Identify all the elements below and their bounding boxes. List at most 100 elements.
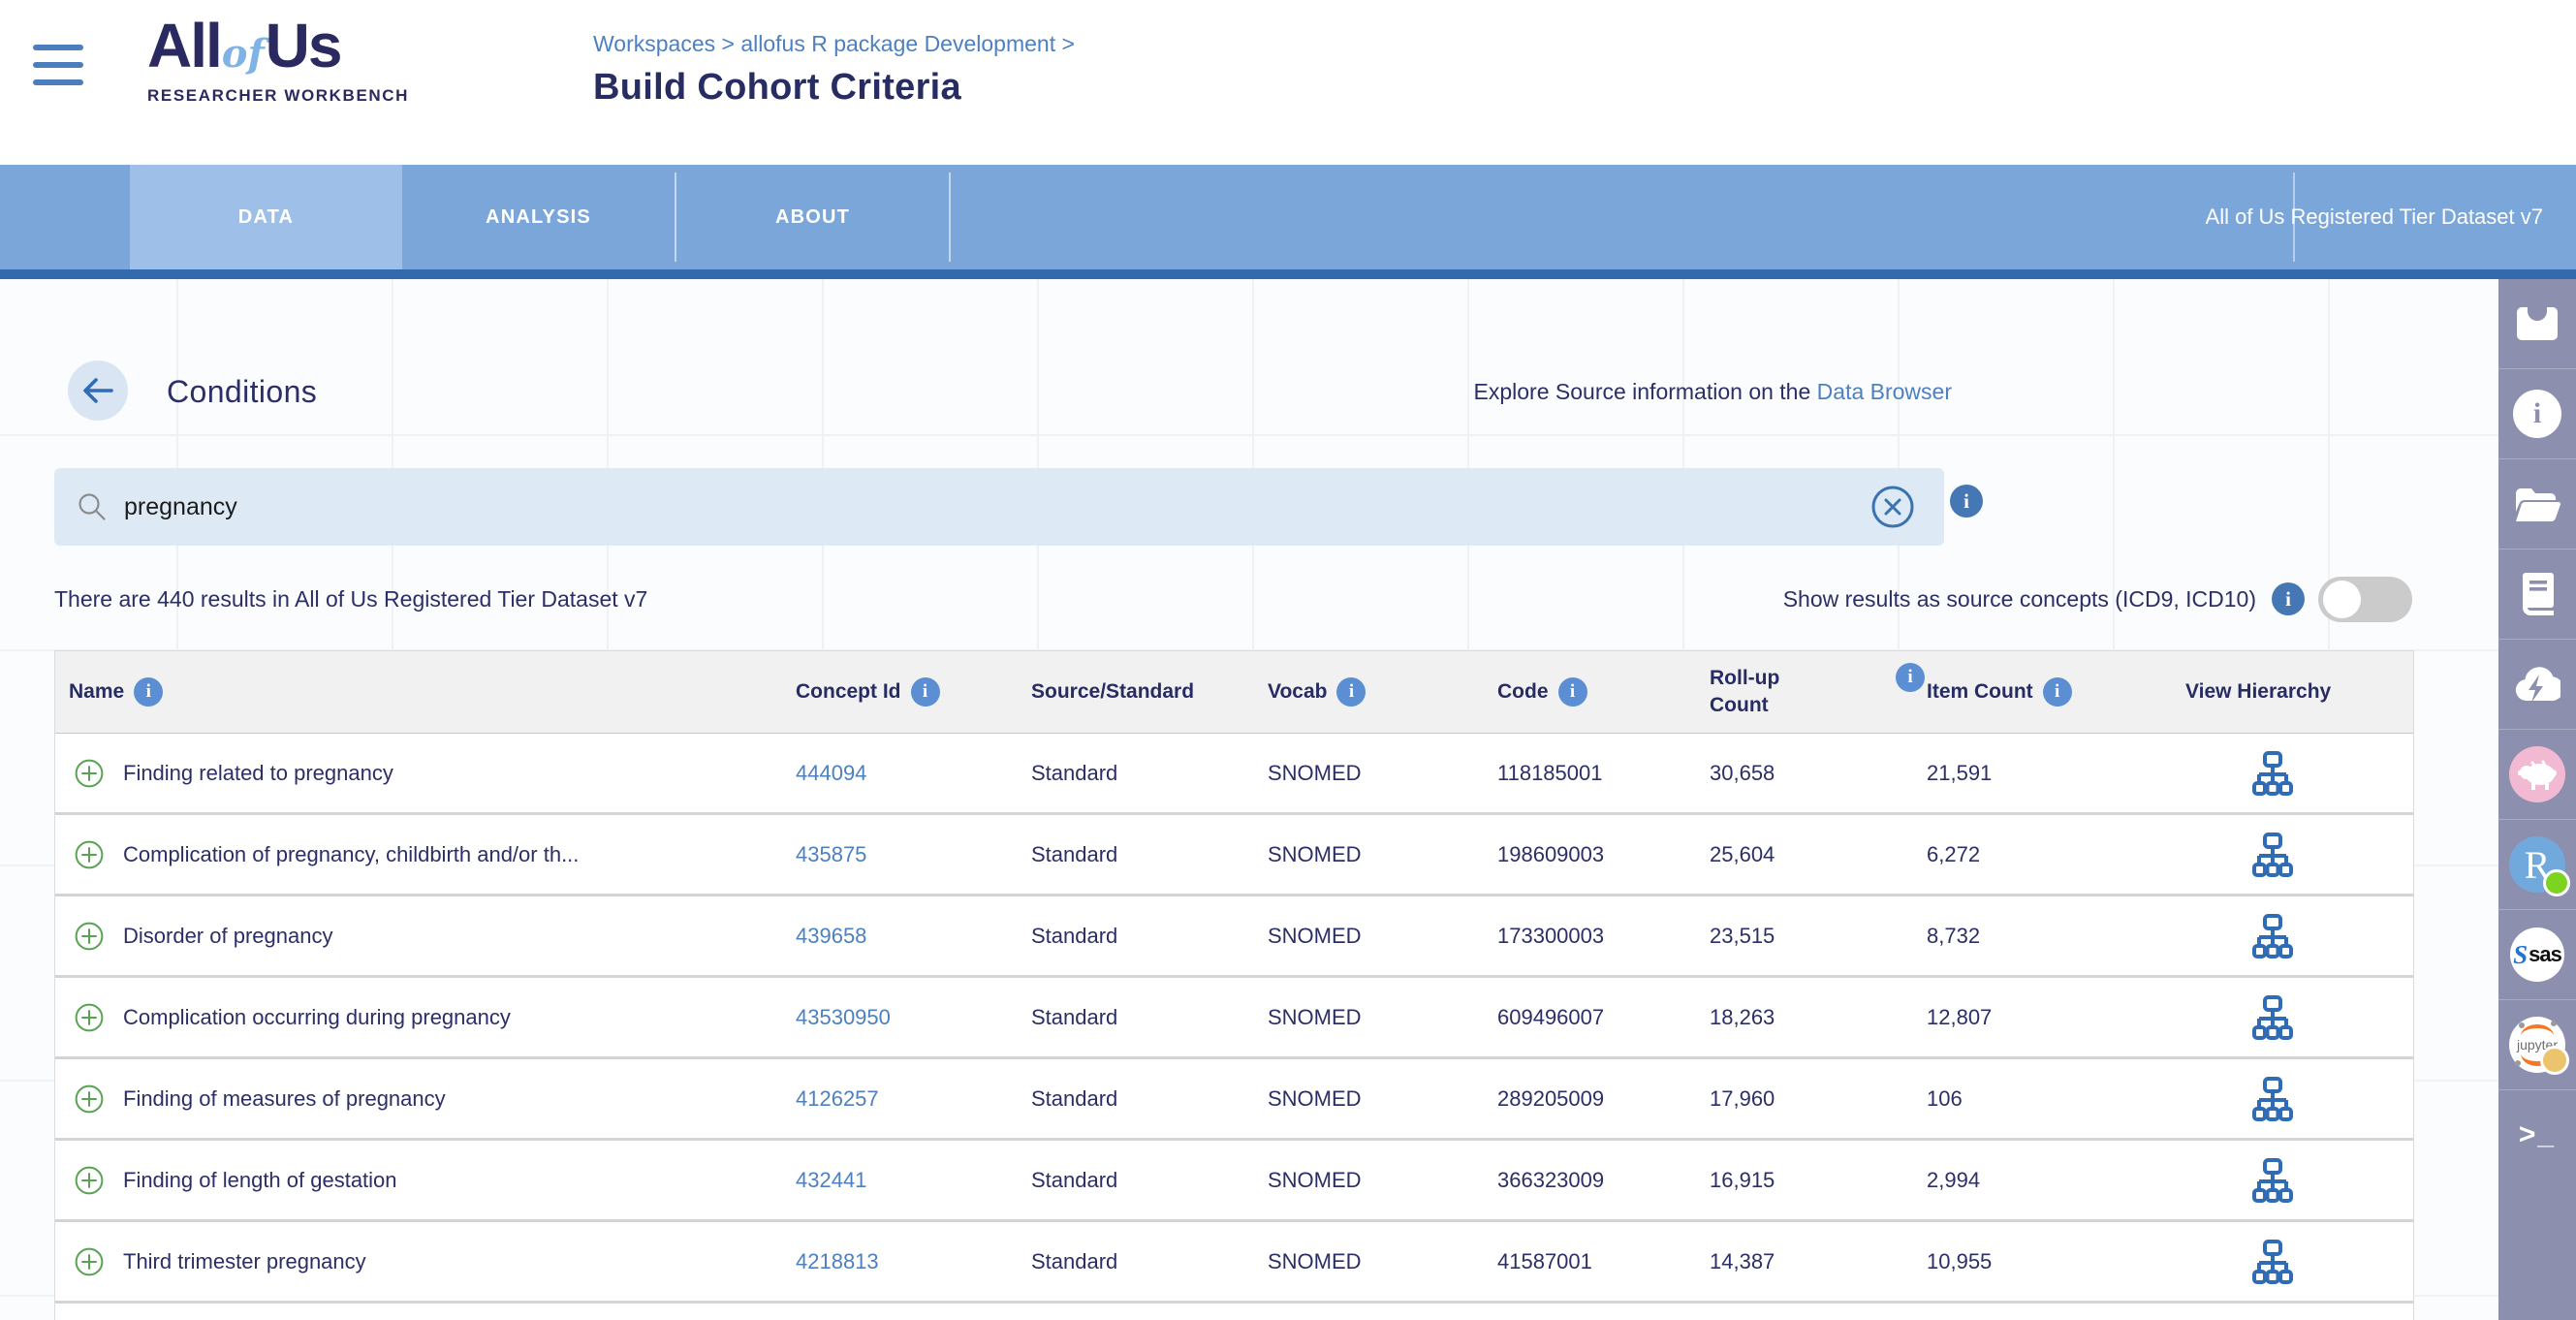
- arrow-left-icon: [82, 377, 113, 404]
- breadcrumb-workspaces-link[interactable]: Workspaces: [593, 31, 715, 56]
- add-circle-icon: [75, 1084, 104, 1114]
- condition-search-input[interactable]: [122, 492, 1870, 522]
- hierarchy-icon: [2252, 751, 2293, 796]
- build-cohort-criteria-page: AllofUs RESEARCHER WORKBENCH Workspaces …: [0, 0, 2576, 1320]
- column-header-rollup-count: Roll-up Count: [1710, 665, 1806, 720]
- sidebar-inbox-button[interactable]: [2498, 279, 2576, 369]
- sas-app-icon: Ssas: [2510, 927, 2564, 982]
- help-sidebar: i: [2498, 279, 2576, 1320]
- back-button[interactable]: [68, 361, 128, 421]
- rollup-count-value: 16,915: [1710, 1168, 1927, 1193]
- breadcrumb-separator: >: [1061, 31, 1074, 56]
- view-hierarchy-button[interactable]: [2252, 751, 2293, 796]
- view-hierarchy-button[interactable]: [2252, 1077, 2293, 1121]
- add-concept-button[interactable]: [75, 759, 104, 788]
- tab-data[interactable]: DATA: [130, 165, 402, 269]
- table-row: Complication occurring during pregnancy4…: [55, 978, 2413, 1059]
- vocab-value: SNOMED: [1268, 1168, 1497, 1193]
- dataset-version-label: All of Us Registered Tier Dataset v7: [2206, 165, 2543, 269]
- add-concept-button[interactable]: [75, 1247, 104, 1276]
- source-concepts-info-icon[interactable]: i: [2272, 582, 2305, 615]
- source-standard-value: Standard: [1031, 842, 1268, 867]
- top-header: AllofUs RESEARCHER WORKBENCH Workspaces …: [0, 0, 2576, 165]
- vocab-info-icon[interactable]: i: [1336, 677, 1366, 707]
- sidebar-documentation-button[interactable]: [2498, 550, 2576, 640]
- source-concepts-toggle[interactable]: [2318, 577, 2412, 622]
- menu-icon[interactable]: [33, 45, 83, 97]
- concept-id-link[interactable]: 4126257: [796, 1086, 879, 1111]
- concept-id-link[interactable]: 4218813: [796, 1249, 879, 1273]
- rollup-count-value: 30,658: [1710, 761, 1927, 786]
- table-row: Complication of pregnancy, childbirth an…: [55, 815, 2413, 896]
- concept-id-info-icon[interactable]: i: [911, 677, 940, 707]
- hierarchy-icon: [2252, 1240, 2293, 1284]
- search-info-icon[interactable]: i: [1950, 485, 1983, 518]
- add-circle-icon: [75, 922, 104, 951]
- code-value: 366323009: [1497, 1168, 1710, 1193]
- view-hierarchy-button[interactable]: [2252, 1158, 2293, 1203]
- hierarchy-icon: [2252, 1077, 2293, 1121]
- add-concept-button[interactable]: [75, 922, 104, 951]
- table-row: Disorder of pregnancy439658StandardSNOME…: [55, 896, 2413, 978]
- sidebar-cromwell-app-button[interactable]: [2498, 730, 2576, 820]
- clear-search-button[interactable]: [1870, 485, 1915, 529]
- logo-wordmark: AllofUs: [147, 14, 409, 86]
- search-box: [54, 468, 1944, 546]
- rollup-count-value: 25,604: [1710, 842, 1927, 867]
- app-paused-status-dot: [2540, 1046, 2569, 1075]
- source-standard-value: Standard: [1031, 1168, 1268, 1193]
- item-count-value: 8,732: [1927, 924, 2185, 949]
- code-value: 198609003: [1497, 842, 1710, 867]
- column-header-view-hierarchy: View Hierarchy: [2185, 680, 2331, 704]
- tab-analysis[interactable]: ANALYSIS: [402, 165, 675, 269]
- sidebar-genomic-extraction-button[interactable]: [2498, 640, 2576, 730]
- sidebar-info-button[interactable]: i: [2498, 369, 2576, 459]
- column-header-name: Name: [69, 680, 124, 704]
- code-value: 118185001: [1497, 761, 1710, 786]
- add-concept-button[interactable]: [75, 840, 104, 869]
- sidebar-sas-app-button[interactable]: Ssas: [2498, 910, 2576, 1000]
- inbox-icon: [2516, 305, 2559, 342]
- view-hierarchy-button[interactable]: [2252, 1240, 2293, 1284]
- concept-id-link[interactable]: 444094: [796, 761, 866, 785]
- rollup-count-info-icon[interactable]: i: [1896, 663, 1925, 692]
- breadcrumb-workspace-link[interactable]: allofus R package Development: [740, 31, 1055, 56]
- concept-name: Finding of measures of pregnancy: [123, 1086, 796, 1112]
- cohort-criteria-main: Conditions Explore Source information on…: [0, 279, 2498, 1320]
- tab-divider: [949, 173, 951, 262]
- jupyter-app-icon: jupyter: [2509, 1017, 2565, 1073]
- table-header-row: Namei Concept Idi Source/Standard Vocabi…: [55, 651, 2413, 734]
- workspace-tabs: DATA ANALYSIS ABOUT: [130, 165, 951, 269]
- data-browser-link[interactable]: Data Browser: [1817, 379, 1952, 404]
- hierarchy-icon: [2252, 833, 2293, 877]
- name-info-icon[interactable]: i: [134, 677, 163, 707]
- concept-id-link[interactable]: 43530950: [796, 1005, 891, 1029]
- view-hierarchy-button[interactable]: [2252, 995, 2293, 1040]
- item-count-info-icon[interactable]: i: [2043, 677, 2072, 707]
- add-circle-icon: [75, 1003, 104, 1032]
- info-icon: i: [2513, 390, 2561, 438]
- tab-about[interactable]: ABOUT: [676, 165, 949, 269]
- add-circle-icon: [75, 1166, 104, 1195]
- sidebar-jupyter-app-button[interactable]: jupyter: [2498, 1000, 2576, 1090]
- table-body: Finding related to pregnancy444094 Standa…: [55, 734, 2413, 1320]
- explore-source-text: Explore Source information on the Data B…: [1241, 362, 1952, 421]
- rstudio-app-icon: R: [2509, 836, 2565, 893]
- workspace-navbar: DATA ANALYSIS ABOUT All of Us Registered…: [0, 165, 2576, 279]
- concept-id-link[interactable]: 435875: [796, 842, 866, 866]
- item-count-value: 106: [1927, 1086, 2185, 1112]
- vocab-value: SNOMED: [1268, 1005, 1497, 1030]
- add-concept-button[interactable]: [75, 1084, 104, 1114]
- sidebar-files-button[interactable]: [2498, 459, 2576, 550]
- code-info-icon[interactable]: i: [1558, 677, 1587, 707]
- add-concept-button[interactable]: [75, 1003, 104, 1032]
- view-hierarchy-button[interactable]: [2252, 833, 2293, 877]
- concept-id-link[interactable]: 439658: [796, 924, 866, 948]
- sidebar-rstudio-app-button[interactable]: R: [2498, 820, 2576, 910]
- sidebar-terminal-button[interactable]: >_: [2498, 1090, 2576, 1179]
- concept-id-link[interactable]: 432441: [796, 1168, 866, 1192]
- add-concept-button[interactable]: [75, 1166, 104, 1195]
- concept-name: Finding related to pregnancy: [123, 761, 796, 786]
- item-count-value: 6,272: [1927, 842, 2185, 867]
- view-hierarchy-button[interactable]: [2252, 914, 2293, 959]
